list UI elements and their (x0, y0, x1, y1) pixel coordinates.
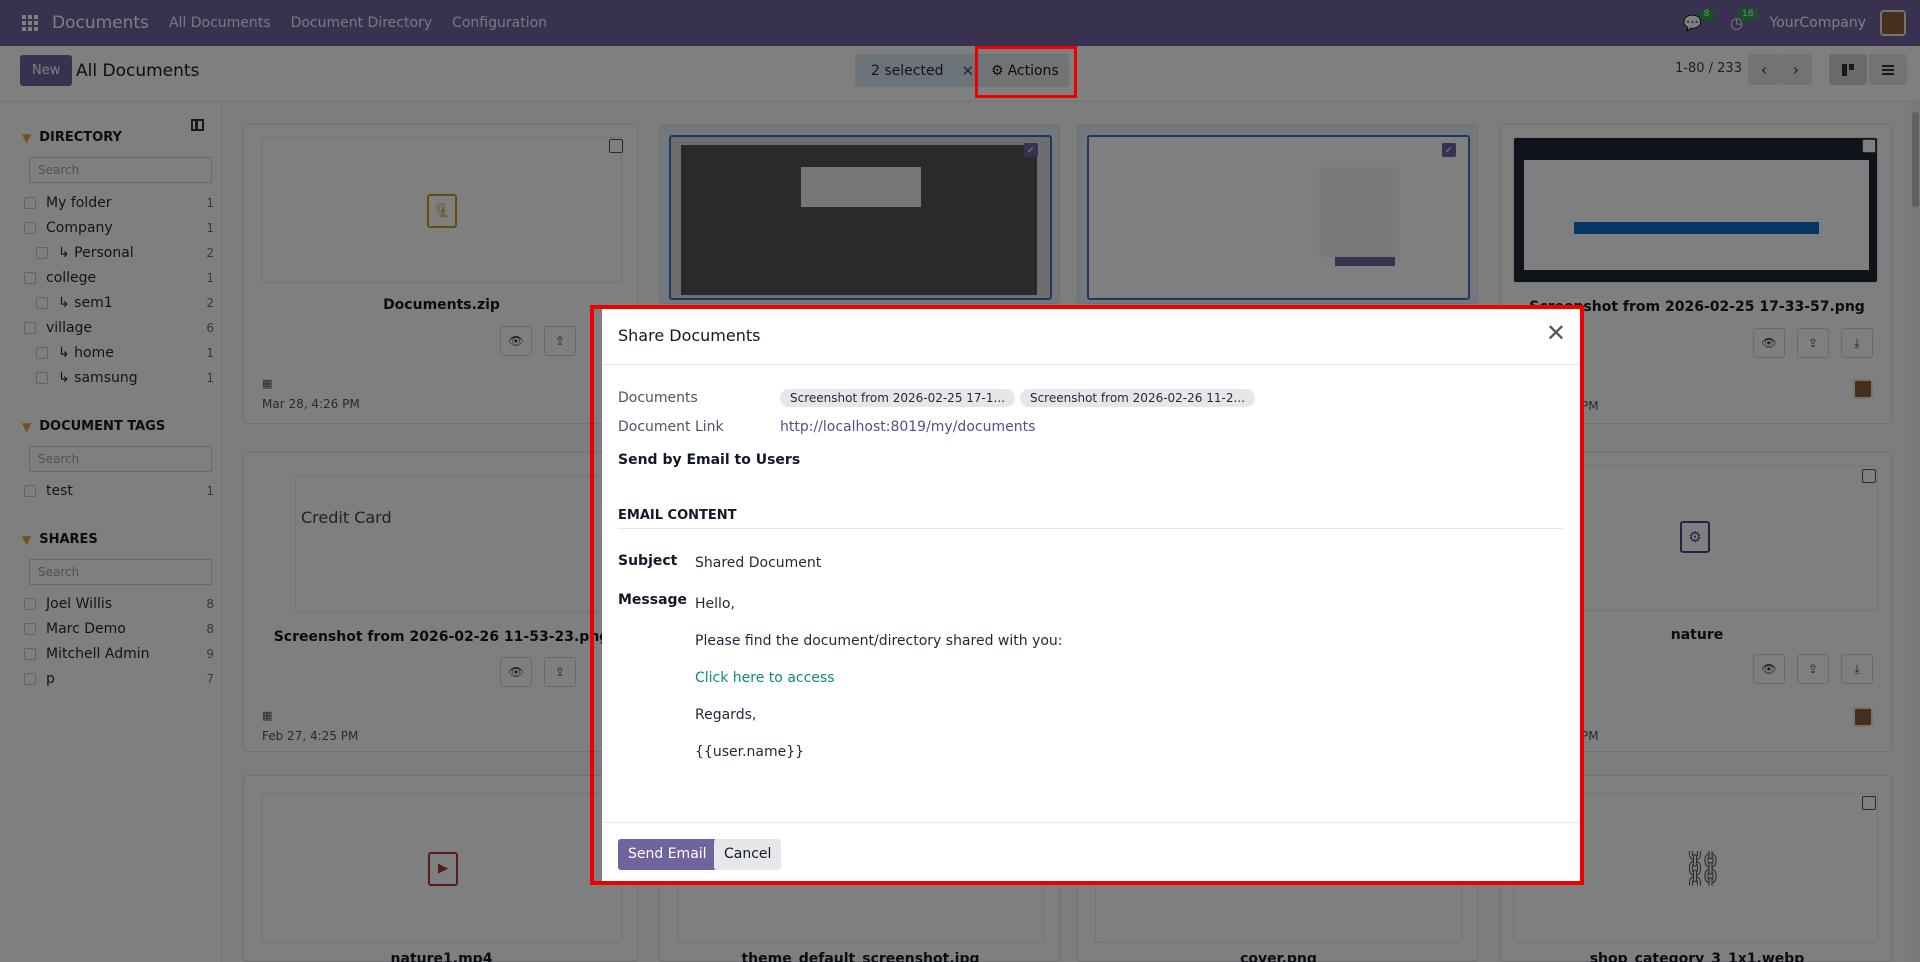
dialog-highlight (590, 305, 1584, 885)
actions-highlight-overlay (975, 46, 1077, 98)
